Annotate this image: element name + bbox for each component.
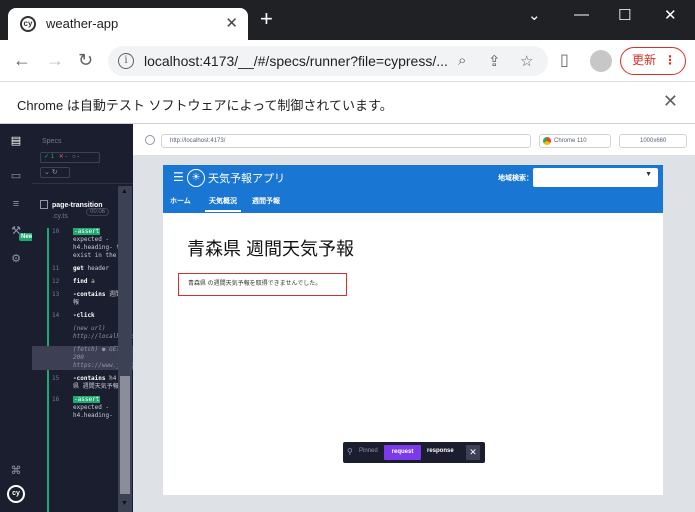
tab-title: weather-app: [46, 16, 119, 31]
command-name: find: [73, 278, 88, 285]
aut-header: http://localhost:4173/ Chrome 110 1000x6…: [133, 124, 695, 156]
app-title: 天気予報アプリ: [208, 173, 285, 185]
aut-url-bar[interactable]: http://localhost:4173/: [161, 134, 531, 148]
browser-selector[interactable]: Chrome 110: [539, 134, 611, 148]
command-name: -click: [73, 312, 95, 319]
side-panel-icon[interactable]: ▯: [560, 50, 569, 70]
reporter-header: Specs ✓ 1 ✕ - ○ - ⌄ ↻: [32, 124, 133, 184]
reload-button[interactable]: ↻: [78, 50, 93, 70]
command-number: 11: [52, 265, 60, 272]
browser-tab[interactable]: cy weather-app ✕: [8, 8, 248, 40]
close-tab-icon[interactable]: ✕: [225, 14, 238, 32]
command-message: a: [91, 278, 95, 285]
scrollbar-thumb[interactable]: [120, 376, 130, 494]
region-search-label: 地域検索：: [498, 175, 533, 182]
reporter-scrollbar[interactable]: ▲ ▼: [118, 186, 132, 512]
infobar-message: Chrome は自動テスト ソフトウェアによって制御されています。: [17, 98, 393, 113]
more-menu-icon: ⋮: [664, 53, 676, 67]
assert-badge: -assert: [73, 396, 101, 403]
zoom-icon[interactable]: ⌕: [458, 52, 466, 69]
command-number: 15: [52, 375, 60, 382]
update-label: 更新: [632, 53, 657, 67]
infobar-close-icon[interactable]: ✕: [663, 91, 678, 112]
spec-duration: 00:06: [86, 208, 110, 216]
chevron-down-icon: ▼: [645, 171, 652, 178]
command-message: header: [87, 265, 110, 272]
close-pinned-icon[interactable]: ✕: [466, 445, 480, 460]
weather-logo-icon: ☀: [187, 169, 205, 187]
share-icon[interactable]: ⇪: [488, 52, 501, 70]
command-number: 10: [52, 228, 60, 235]
selector-playground-icon[interactable]: [145, 135, 155, 145]
command-name: -contains: [73, 375, 106, 382]
runs-nav-icon[interactable]: ▭: [9, 169, 23, 183]
command-number: 13: [52, 291, 60, 298]
tab-search-icon[interactable]: ⌄: [528, 6, 541, 24]
nav-tab-weekly[interactable]: 週間予報: [252, 196, 280, 206]
region-search-select[interactable]: ▼: [533, 168, 658, 187]
automation-infobar: Chrome は自動テスト ソフトウェアによって制御されています。 ✕: [0, 82, 695, 124]
bookmark-star-icon[interactable]: ☆: [520, 52, 533, 70]
nav-tab-overview[interactable]: 天気概況: [205, 196, 241, 212]
scroll-down-arrow-icon[interactable]: ▼: [121, 500, 128, 507]
page-title: 青森県 週間天気予報: [187, 239, 355, 259]
hamburger-menu-icon[interactable]: ☰: [173, 170, 184, 184]
error-message: 青森県 の週間天気予報を取得できませんでした。: [178, 273, 347, 296]
command-number: 14: [52, 312, 60, 319]
close-window-button[interactable]: ✕: [664, 6, 677, 24]
new-tab-button[interactable]: +: [260, 8, 273, 30]
browser-toolbar: ← → ↻ i localhost:4173/__/#/specs/runner…: [0, 40, 695, 82]
maximize-button[interactable]: ☐: [618, 6, 631, 24]
pinned-command-bar: ⚲ Pinned request response ✕: [343, 442, 485, 463]
nav-tab-home[interactable]: ホーム: [170, 196, 191, 206]
minimize-button[interactable]: —: [574, 6, 589, 23]
command-number: 12: [52, 278, 60, 285]
request-tab[interactable]: request: [384, 445, 421, 460]
viewport-size[interactable]: 1000x660: [619, 134, 687, 148]
assert-badge: -assert: [73, 228, 101, 235]
address-bar[interactable]: i localhost:4173/__/#/specs/runner?file=…: [108, 46, 548, 76]
forward-button[interactable]: →: [46, 50, 64, 70]
test-stats: ✓ 1 ✕ - ○ -: [40, 152, 100, 163]
app-header: ☰ ☀ 天気予報アプリ 地域検索： ▼ ホーム 天気概況 週間予報: [163, 165, 663, 213]
pin-icon: ⚲: [347, 447, 353, 456]
list-nav-icon[interactable]: ≡: [9, 197, 23, 211]
response-tab[interactable]: response: [427, 448, 454, 454]
app-frame: ☰ ☀ 天気予報アプリ 地域検索： ▼ ホーム 天気概況 週間予報 青森県 週間…: [163, 165, 663, 495]
spec-file-ext: .cy.ts: [52, 213, 68, 220]
settings-gear-icon[interactable]: ⚙: [9, 252, 23, 266]
address-url[interactable]: localhost:4173/__/#/specs/runner?file=cy…: [144, 53, 448, 69]
cypress-favicon-icon: cy: [20, 16, 36, 32]
specs-toggle[interactable]: Specs: [42, 138, 61, 145]
command-name: -contains: [73, 291, 106, 298]
browser-tab-bar: cy weather-app ✕ + ⌄ — ☐ ✕: [0, 0, 695, 40]
cypress-sidebar: ▤ ▭ ≡ ⚒ New ⚙ ⌘ cy: [0, 124, 36, 512]
pinned-label: Pinned: [359, 448, 378, 454]
command-message: expected -h4.heading-: [73, 404, 113, 419]
back-button[interactable]: ←: [13, 50, 31, 70]
profile-avatar[interactable]: [590, 50, 612, 72]
keyboard-shortcuts-icon[interactable]: ⌘: [9, 464, 23, 478]
update-button[interactable]: 更新 ⋮: [620, 47, 686, 75]
pending-count: ○ -: [72, 154, 80, 160]
specs-nav-icon[interactable]: ▤: [9, 134, 23, 148]
failed-count: ✕ -: [58, 154, 68, 160]
cypress-logo-icon: cy: [7, 485, 25, 503]
command-name: get: [73, 265, 84, 272]
reporter-controls[interactable]: ⌄ ↻: [40, 167, 70, 178]
command-number: 16: [52, 396, 60, 403]
passed-count: ✓ 1: [44, 154, 55, 160]
scroll-up-arrow-icon[interactable]: ▲: [121, 188, 128, 195]
command-log-panel: Specs ✓ 1 ✕ - ○ - ⌄ ↻ page-transition .cy…: [32, 124, 133, 512]
site-info-icon[interactable]: i: [118, 53, 134, 69]
file-icon: [40, 200, 48, 209]
